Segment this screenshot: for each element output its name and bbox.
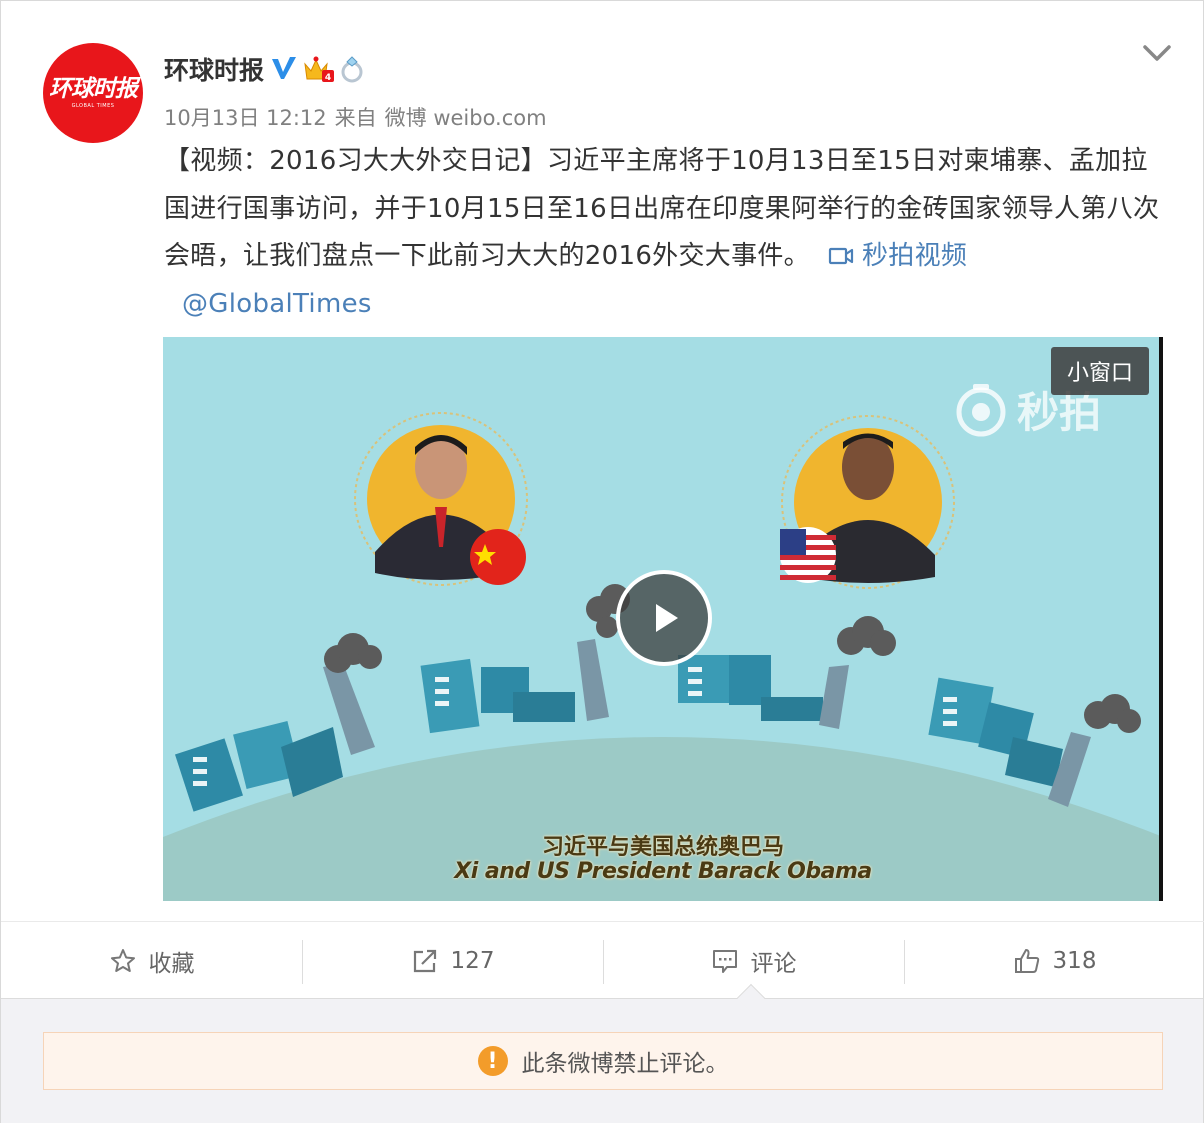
post-meta: 10月13日 12:12 来自 微博 weibo.com (164, 102, 555, 132)
play-button[interactable] (616, 570, 712, 666)
play-icon (656, 604, 678, 632)
chevron-down-icon[interactable] (1141, 41, 1173, 65)
warning-icon: ! (477, 1046, 508, 1076)
weibo-post-card: 环球时报 GLOBAL TIMES 环球时报 4 10月13日 12:12 来自… (0, 0, 1204, 1123)
star-icon (110, 948, 135, 972)
avatar-logo-subtext: GLOBAL TIMES (71, 103, 115, 109)
comment-label: 评论 (750, 950, 797, 977)
video-caption-en: Xi and US President Barack Obama (454, 859, 872, 884)
video-caption-zh: 习近平与美国总统奥巴马 (541, 835, 784, 860)
post-timestamp[interactable]: 10月13日 12:12 (164, 106, 327, 130)
author-name-row: 环球时报 4 (164, 51, 368, 87)
ring-badge-icon[interactable] (338, 54, 368, 84)
mention-link[interactable]: @GlobalTimes (182, 289, 372, 319)
post-source[interactable]: 微博 weibo.com (385, 106, 547, 130)
like-count: 318 (1052, 947, 1097, 974)
author-name[interactable]: 环球时报 (164, 51, 264, 87)
comment-icon (712, 949, 737, 973)
thumbs-up-icon (1014, 948, 1039, 973)
share-icon (413, 949, 436, 972)
post-body: 【视频：2016习大大外交日记】习近平主席将于10月13日至15日对柬埔寨、孟加… (164, 138, 1164, 328)
vip-crown-icon[interactable]: 4 (302, 54, 336, 84)
notice-text: 此条微博禁止评论。 (521, 1051, 729, 1077)
video-camera-icon (828, 247, 854, 265)
verified-v-icon[interactable] (270, 55, 298, 83)
action-bar: 收藏 127 评论 318 (1, 921, 1204, 999)
video-player[interactable]: 秒拍 小窗口 习近平与美国总统奥巴马 Xi and US President B… (163, 337, 1163, 901)
like-button[interactable]: 318 (904, 922, 1204, 999)
repost-button[interactable]: 127 (302, 922, 603, 999)
mini-window-button[interactable]: 小窗口 (1051, 347, 1149, 395)
camera-logo-icon (956, 383, 1006, 436)
favorite-button[interactable]: 收藏 (1, 922, 302, 999)
avatar-logo-text: 环球时报 (49, 75, 138, 102)
video-link-label[interactable]: 秒拍视频 (862, 241, 967, 271)
repost-count: 127 (450, 947, 495, 974)
author-avatar[interactable]: 环球时报 GLOBAL TIMES (43, 43, 143, 143)
video-link[interactable]: 秒拍视频 (828, 241, 967, 271)
source-prefix: 来自 (334, 106, 377, 130)
post-text: 【视频：2016习大大外交日记】习近平主席将于10月13日至15日对柬埔寨、孟加… (164, 146, 1160, 271)
comments-disabled-notice: ! 此条微博禁止评论。 (43, 1032, 1163, 1090)
favorite-label: 收藏 (148, 950, 195, 977)
svg-text:4: 4 (325, 73, 331, 83)
